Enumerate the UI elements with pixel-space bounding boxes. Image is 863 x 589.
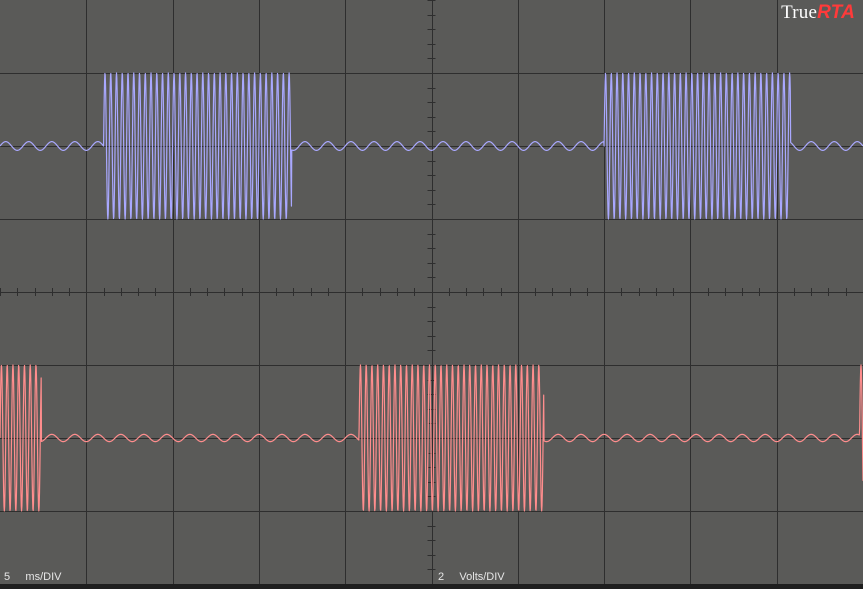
- volts-per-division-value: 2: [438, 571, 445, 583]
- time-per-division-unit: ms/DIV: [25, 571, 62, 583]
- logo-word: True: [781, 2, 818, 23]
- time-per-division-value: 5: [4, 571, 11, 583]
- scope-display: TrueRTA 5 ms/DIV 2 Volts/DIV: [0, 0, 863, 585]
- volts-per-division-unit: Volts/DIV: [459, 571, 505, 583]
- logo-accent: RTA: [817, 2, 855, 23]
- scope-plot: [0, 0, 863, 585]
- volts-per-division-readout: 2 Volts/DIV: [438, 571, 505, 583]
- time-per-division-readout: 5 ms/DIV: [4, 571, 61, 583]
- truerta-logo: TrueRTA: [781, 2, 855, 24]
